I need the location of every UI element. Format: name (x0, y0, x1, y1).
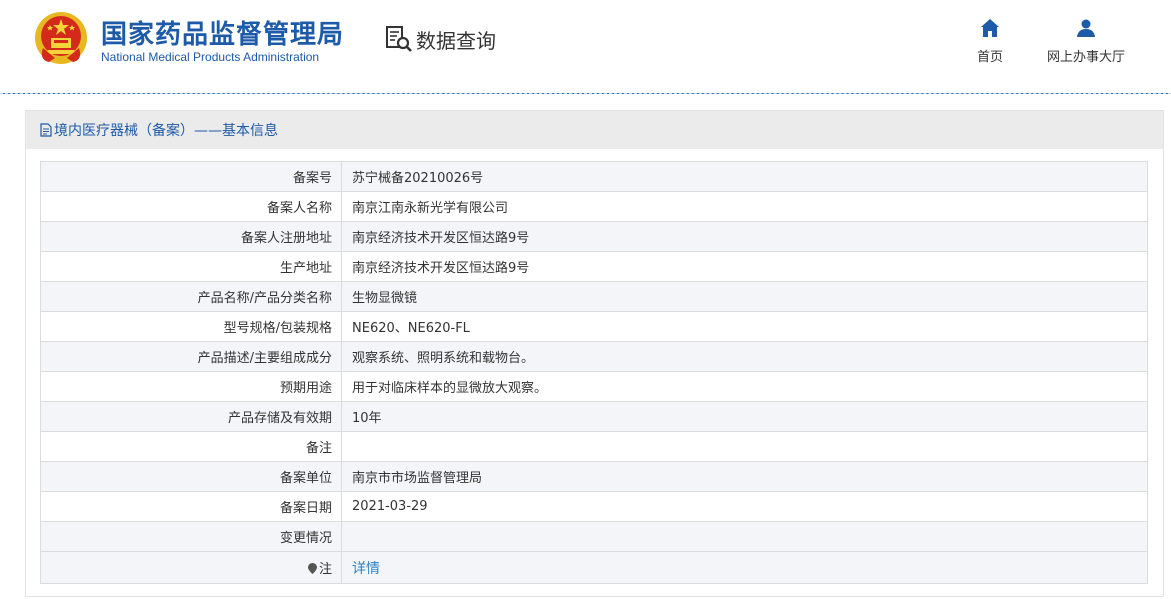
field-value: 10年 (341, 401, 1148, 432)
note-label: 注 (318, 562, 332, 577)
field-label: 备案人注册地址 (40, 221, 342, 252)
site-header: 国家药品监督管理局 National Medical Products Admi… (0, 0, 1171, 94)
location-pin-icon (307, 563, 317, 574)
record-panel: 境内医疗器械（备案）——基本信息 备案号 苏宁械备20210026号 备案人名称南… (25, 110, 1164, 597)
field-label: 备注 (40, 431, 342, 462)
field-label: 变更情况 (40, 521, 342, 552)
field-label: 产品存储及有效期 (40, 401, 342, 432)
field-value: 2021-03-29 (341, 491, 1148, 522)
document-icon (40, 123, 52, 137)
field-value (341, 521, 1148, 552)
org-name-en: National Medical Products Administration (101, 50, 320, 64)
table-row: 备案日期 2021-03-29 (40, 491, 1148, 522)
data-query-title: 数据查询 (384, 24, 496, 54)
field-value: NE620、NE620-FL (341, 311, 1148, 342)
record-table: 备案号 苏宁械备20210026号 备案人名称 南京江南永新光学有限公司 备案人注册… (40, 161, 1148, 584)
field-label: 生产地址 (40, 251, 342, 282)
document-search-icon (386, 26, 412, 52)
field-value: 用于对临床样本的显微放大观察。 (341, 371, 1148, 402)
field-value: 生物显微镜 (341, 281, 1148, 312)
note-label-cell: 注 (40, 551, 342, 584)
table-row: 产品存储及有效期 10年 (40, 401, 1148, 432)
note-row: 注 详情 (40, 551, 1148, 584)
field-label: 产品描述/主要组成成分 (40, 341, 342, 372)
national-emblem-icon (35, 12, 87, 64)
field-label: 备案人名称 (40, 191, 342, 222)
table-row: 生产地址 南京经济技术开发区恒达路9号 (40, 251, 1148, 282)
table-row: 备案人名称 南京江南永新光学有限公司 (40, 191, 1148, 222)
field-value (341, 431, 1148, 462)
panel-title: 境内医疗器械（备案）——基本信息 (54, 123, 278, 139)
field-label: 产品名称/产品分类名称 (40, 281, 342, 312)
field-label: 备案号 (40, 161, 342, 192)
user-icon (1077, 19, 1095, 37)
table-row: 备案号 苏宁械备20210026号 (40, 161, 1148, 192)
field-value: 苏宁械备20210026号 (341, 161, 1148, 192)
table-row: 备案人注册地址 南京经济技术开发区恒达路9号 (40, 221, 1148, 252)
field-value: 观察系统、照明系统和载物台。 (341, 341, 1148, 372)
table-row: 备案单位 南京市市场监督管理局 (40, 461, 1148, 492)
data-query-label: 数据查询 (416, 28, 496, 53)
field-value: 南京经济技术开发区恒达路9号 (341, 251, 1148, 282)
nav-home[interactable]: 首页 (966, 18, 1014, 65)
nav-online-hall-label: 网上办事大厅 (1046, 50, 1125, 65)
panel-header: 境内医疗器械（备案）——基本信息 (26, 111, 1163, 149)
note-value-cell: 详情 (341, 551, 1148, 584)
home-icon (981, 19, 999, 37)
table-row: 产品名称/产品分类名称 生物显微镜 (40, 281, 1148, 312)
field-label: 备案单位 (40, 461, 342, 492)
table-row: 产品描述/主要组成成分 观察系统、照明系统和载物台。 (40, 341, 1148, 372)
field-label: 型号规格/包装规格 (40, 311, 342, 342)
table-row: 备注 (40, 431, 1148, 462)
nav-home-label: 首页 (976, 50, 1003, 65)
table-row: 预期用途 用于对临床样本的显微放大观察。 (40, 371, 1148, 402)
nav-online-hall[interactable]: 网上办事大厅 (1040, 18, 1132, 65)
field-label: 预期用途 (40, 371, 342, 402)
field-value: 南京江南永新光学有限公司 (341, 191, 1148, 222)
detail-link[interactable]: 详情 (352, 561, 380, 577)
field-value: 南京市市场监督管理局 (341, 461, 1148, 492)
table-row: 变更情况 (40, 521, 1148, 552)
field-label: 备案日期 (40, 491, 342, 522)
org-name-cn: 国家药品监督管理局 (101, 20, 345, 50)
table-row: 型号规格/包装规格 NE620、NE620-FL (40, 311, 1148, 342)
field-value: 南京经济技术开发区恒达路9号 (341, 221, 1148, 252)
